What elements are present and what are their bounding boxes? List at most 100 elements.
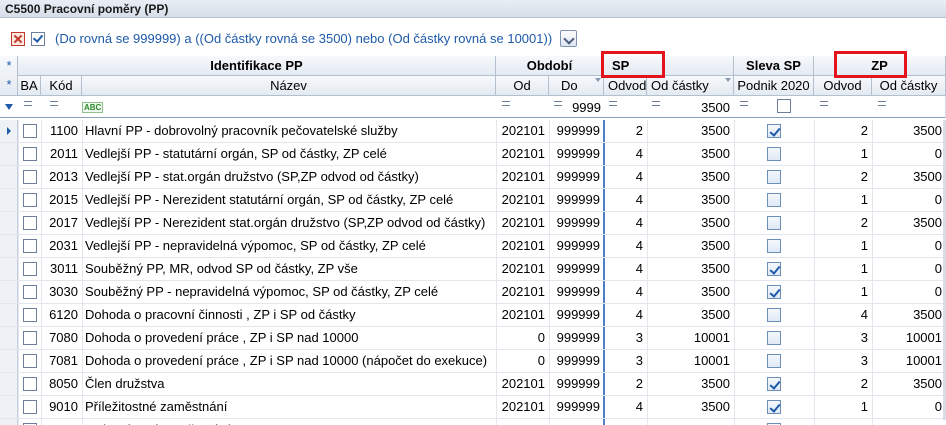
column-header-zp-od-castky[interactable]: Od částky — [872, 76, 946, 96]
ba-checkbox[interactable] — [23, 216, 37, 230]
row-selector[interactable] — [0, 327, 18, 349]
column-header-ba[interactable]: BA — [18, 76, 41, 96]
filter-eq-icon[interactable] — [609, 101, 617, 106]
funnel-icon[interactable] — [5, 104, 13, 110]
filter-eq-icon[interactable] — [652, 101, 660, 106]
row-selector[interactable] — [0, 304, 18, 326]
table-row[interactable]: 8050 Člen družstva 202101 999999 2 3500 2 3500 — [0, 373, 946, 396]
podnik-2020-checkbox[interactable] — [767, 400, 781, 414]
ba-checkbox[interactable] — [23, 400, 37, 414]
podnik-2020-checkbox[interactable] — [767, 239, 781, 253]
row-selector[interactable] — [0, 235, 18, 257]
table-row[interactable]: 7081 Dohoda o provedení práce , ZP i SP n… — [0, 350, 946, 373]
row-selector[interactable] — [0, 189, 18, 211]
filter-eq-icon[interactable] — [50, 101, 58, 106]
filter-eq-icon[interactable] — [554, 101, 562, 106]
column-header-nazev[interactable]: Název — [82, 76, 496, 96]
podnik-2020-checkbox[interactable] — [767, 147, 781, 161]
table-row[interactable]: 9090Jednorázové zaměstnání20210199999943… — [0, 419, 946, 425]
cell-kod: 2015 — [49, 192, 78, 207]
column-header-sp-odvod[interactable]: Odvod — [604, 76, 647, 96]
cell-zp-od-castky: 0 — [934, 192, 942, 207]
ba-checkbox[interactable] — [23, 239, 37, 253]
row-selector[interactable] — [0, 373, 18, 395]
row-selector[interactable] — [0, 212, 18, 234]
filter-eq-icon[interactable] — [878, 101, 886, 106]
cell-zp-odvod: 3 — [860, 353, 868, 368]
filter-do-value[interactable]: 9999 — [566, 100, 601, 115]
podnik-2020-checkbox[interactable] — [767, 377, 781, 391]
row-selector[interactable] — [0, 143, 18, 165]
podnik-2020-checkbox[interactable] — [767, 354, 781, 368]
cell-do: 999999 — [556, 330, 600, 345]
row-selector[interactable] — [0, 396, 18, 418]
cell-zp-odvod: 1 — [860, 399, 868, 414]
table-row[interactable]: 2013 Vedlejší PP - stat.orgán družstvo (S… — [0, 166, 946, 189]
podnik-2020-checkbox[interactable] — [767, 285, 781, 299]
filter-dropdown-chevron-down-icon[interactable] — [560, 30, 577, 47]
row-selector[interactable] — [0, 419, 18, 425]
column-header-zp-odvod[interactable]: Odvod — [814, 76, 872, 96]
table-row[interactable]: 9010 Příležitostné zaměstnání 202101 999999… — [0, 396, 946, 419]
text-filter-abc-icon[interactable]: ABC — [82, 102, 104, 113]
table-row[interactable]: 7080 Dohoda o provedení práce , ZP i SP n… — [0, 327, 946, 350]
column-header-od[interactable]: Od — [496, 76, 549, 96]
table-row[interactable]: 3011 Souběžný PP, MR, odvod SP od částky,… — [0, 258, 946, 281]
table-row[interactable]: 1100 Hlavní PP - dobrovolný pracovník peč… — [0, 120, 946, 143]
cell-kod: 2011 — [50, 146, 78, 161]
cell-zp-odvod: 2 — [860, 376, 868, 391]
ba-checkbox[interactable] — [23, 377, 37, 391]
ba-checkbox[interactable] — [23, 331, 37, 345]
column-header-sp-od-castky[interactable]: Od částky — [647, 76, 734, 96]
ba-checkbox[interactable] — [23, 285, 37, 299]
table-row[interactable]: 2015 Vedlejší PP - Nerezident statutární … — [0, 189, 946, 212]
filter-eq-icon[interactable] — [24, 101, 32, 106]
cell-sp-od-castky: 3500 — [701, 169, 730, 184]
row-selector[interactable] — [0, 281, 18, 303]
cell-zp-odvod: 2 — [860, 215, 868, 230]
podnik-2020-checkbox[interactable] — [767, 124, 781, 138]
grid-options-star-icon[interactable]: * * — [0, 56, 18, 96]
filter-eq-icon[interactable] — [740, 101, 748, 106]
row-selector[interactable] — [0, 258, 18, 280]
cell-do: 999999 — [556, 399, 600, 414]
filter-eq-icon[interactable] — [502, 101, 510, 106]
column-header-do[interactable]: Do — [549, 76, 604, 96]
podnik-2020-checkbox[interactable] — [767, 193, 781, 207]
filter-sp-od-castky-value[interactable]: 3500 — [670, 100, 730, 115]
filter-enabled-check-icon[interactable] — [31, 32, 45, 46]
cell-zp-od-castky: 3500 — [913, 307, 942, 322]
filter-podnik-checkbox[interactable] — [777, 99, 791, 113]
ba-checkbox[interactable] — [23, 147, 37, 161]
podnik-2020-checkbox[interactable] — [767, 170, 781, 184]
table-row[interactable]: 6120 Dohoda o pracovní činnosti , ZP i SP… — [0, 304, 946, 327]
ba-checkbox[interactable] — [23, 308, 37, 322]
ba-checkbox[interactable] — [23, 170, 37, 184]
filter-expression[interactable]: (Do rovná se 999999) a ((Od částky rovná… — [55, 31, 552, 46]
filter-eq-icon[interactable] — [820, 101, 828, 106]
ba-checkbox[interactable] — [23, 193, 37, 207]
ba-checkbox[interactable] — [23, 354, 37, 368]
podnik-2020-checkbox[interactable] — [767, 216, 781, 230]
column-divider — [18, 235, 19, 257]
podnik-2020-checkbox[interactable] — [767, 308, 781, 322]
row-selector[interactable] — [0, 350, 18, 372]
row-selector[interactable] — [0, 166, 18, 188]
table-row[interactable]: 2017 Vedlejší PP - Nerezident stat.orgán … — [0, 212, 946, 235]
column-divider — [734, 281, 735, 303]
row-selector[interactable] — [0, 120, 18, 142]
table-row[interactable]: 2031 Vedlejší PP - nepravidelná výpomoc, … — [0, 235, 946, 258]
table-row[interactable]: 3030 Souběžný PP - nepravidelná výpomoc, … — [0, 281, 946, 304]
cell-do: 999999 — [556, 307, 600, 322]
column-header-podnik-2020[interactable]: Podnik 2020 — [734, 76, 814, 96]
cell-do: 999999 — [556, 215, 600, 230]
podnik-2020-checkbox[interactable] — [767, 262, 781, 276]
ba-checkbox[interactable] — [23, 124, 37, 138]
ba-checkbox[interactable] — [23, 262, 37, 276]
cell-sp-od-castky: 3500 — [701, 284, 730, 299]
column-divider — [18, 212, 19, 234]
remove-filter-close-icon[interactable] — [11, 32, 25, 46]
table-row[interactable]: 2011 Vedlejší PP - statutární orgán, SP o… — [0, 143, 946, 166]
column-header-kod[interactable]: Kód — [41, 76, 82, 96]
podnik-2020-checkbox[interactable] — [767, 331, 781, 345]
